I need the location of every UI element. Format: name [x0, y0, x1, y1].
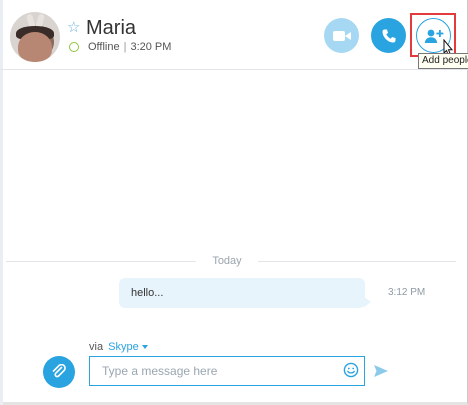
video-camera-icon	[332, 30, 351, 41]
date-divider: Today	[212, 255, 242, 267]
favorite-star-icon[interactable]: ☆	[67, 20, 83, 36]
date-divider-line-left	[6, 261, 196, 262]
contact-name[interactable]: Maria	[86, 16, 136, 40]
conversation-window: ☆ Maria Offline | 3:20 PM Add people Tod…	[0, 0, 468, 405]
chevron-down-icon[interactable]	[141, 345, 148, 350]
status-text: Offline	[88, 41, 120, 53]
attach-file-button[interactable]	[43, 356, 75, 388]
paperclip-icon	[52, 364, 66, 378]
message-timestamp: 3:12 PM	[388, 287, 426, 298]
date-divider-line-right	[258, 261, 456, 262]
message-input-box	[89, 356, 365, 386]
service-name[interactable]: Skype	[108, 341, 139, 353]
local-time: 3:20 PM	[130, 41, 172, 53]
send-icon[interactable]	[373, 364, 389, 378]
emoticon-icon[interactable]	[343, 362, 359, 378]
add-people-tooltip: Add people	[418, 53, 468, 69]
conversation-header: ☆ Maria Offline | 3:20 PM Add people	[0, 0, 468, 70]
via-label: via	[89, 341, 104, 353]
status-separator: |	[123, 41, 127, 53]
via-service-selector[interactable]: via Skype	[89, 341, 148, 354]
message-input[interactable]	[102, 363, 332, 379]
phone-icon	[382, 29, 395, 42]
presence-status-icon	[69, 42, 79, 52]
status-row: Offline | 3:20 PM	[88, 40, 171, 54]
message-bubble[interactable]: hello...	[119, 278, 371, 308]
video-call-button[interactable]	[324, 18, 359, 53]
avatar[interactable]	[10, 12, 60, 62]
audio-call-button[interactable]	[371, 18, 406, 53]
